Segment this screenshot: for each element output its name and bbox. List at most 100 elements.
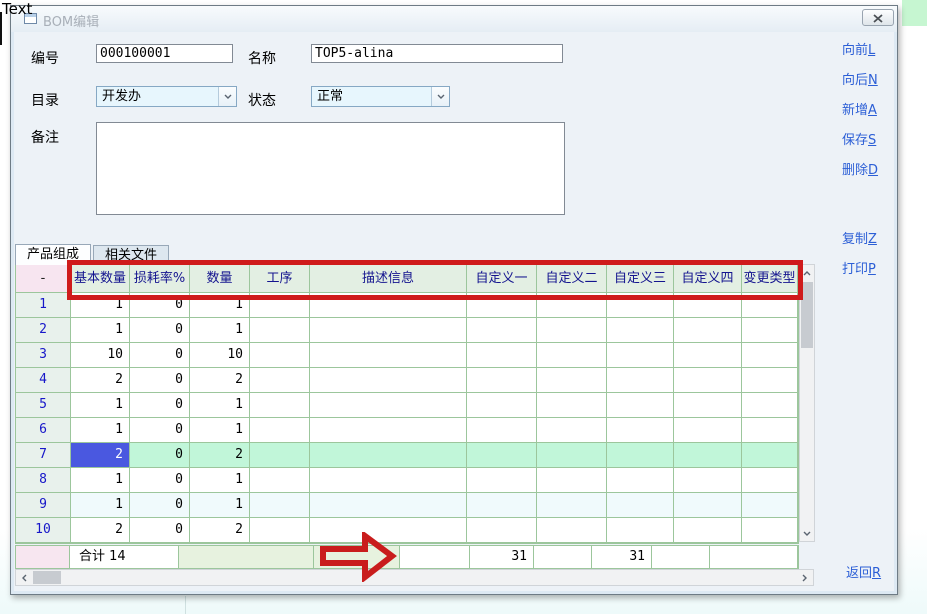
grid-cell[interactable] (742, 368, 798, 393)
grid-cell[interactable] (607, 418, 674, 443)
grid-cell[interactable]: 1 (190, 468, 250, 493)
grid-cell[interactable]: 2 (190, 443, 250, 468)
grid-cell[interactable] (537, 518, 607, 543)
grid-cell[interactable]: 2 (71, 518, 130, 543)
grid-cell[interactable] (250, 518, 310, 543)
grid-cell[interactable] (250, 368, 310, 393)
grid-cell[interactable] (310, 418, 467, 443)
grid-cell[interactable] (310, 468, 467, 493)
horizontal-scroll-thumb[interactable] (33, 571, 61, 584)
grid-cell[interactable]: 0 (130, 393, 190, 418)
grid-cell[interactable]: 2 (190, 368, 250, 393)
grid-cell[interactable] (607, 318, 674, 343)
grid-cell[interactable] (607, 493, 674, 518)
column-header-1[interactable]: 基本数量 (71, 265, 130, 293)
name-input[interactable] (311, 44, 563, 63)
grid-cell[interactable] (674, 468, 742, 493)
row-number-cell[interactable]: 1 (16, 293, 71, 318)
row-number-cell[interactable]: 6 (16, 418, 71, 443)
grid-cell[interactable]: 0 (130, 443, 190, 468)
grid-cell[interactable]: 10 (190, 343, 250, 368)
grid-cell[interactable] (250, 393, 310, 418)
vertical-scrollbar[interactable] (799, 264, 815, 542)
grid-cell[interactable]: 0 (130, 343, 190, 368)
grid-cell[interactable] (250, 343, 310, 368)
grid-cell[interactable] (467, 393, 537, 418)
note-textarea[interactable] (96, 122, 565, 215)
column-header-7[interactable]: 自定义二 (537, 265, 607, 293)
grid-cell[interactable]: 1 (71, 468, 130, 493)
grid-cell[interactable] (250, 318, 310, 343)
grid-cell[interactable] (250, 443, 310, 468)
grid-cell[interactable] (250, 293, 310, 318)
grid-cell[interactable] (674, 343, 742, 368)
grid-cell[interactable]: 1 (190, 293, 250, 318)
grid-cell[interactable] (310, 343, 467, 368)
grid-cell[interactable]: 0 (130, 468, 190, 493)
grid-cell[interactable] (674, 293, 742, 318)
grid-cell[interactable]: 1 (190, 393, 250, 418)
back-button[interactable]: 返回R (846, 562, 881, 581)
nav-button-L[interactable]: 向前L (842, 39, 900, 58)
grid-cell[interactable] (742, 518, 798, 543)
scroll-up-icon[interactable] (800, 265, 814, 281)
grid-cell[interactable] (467, 318, 537, 343)
chevron-down-icon[interactable] (218, 87, 236, 106)
vertical-scroll-thumb[interactable] (801, 282, 813, 348)
grid-cell[interactable] (537, 468, 607, 493)
grid-cell[interactable] (537, 293, 607, 318)
column-header-4[interactable]: 工序 (250, 265, 310, 293)
grid-cell[interactable] (310, 443, 467, 468)
grid-cell[interactable] (467, 518, 537, 543)
row-number-cell[interactable]: 4 (16, 368, 71, 393)
grid-cell[interactable] (467, 443, 537, 468)
grid-cell[interactable] (742, 468, 798, 493)
row-number-cell[interactable]: 7 (16, 443, 71, 468)
grid-cell[interactable] (310, 493, 467, 518)
grid-cell[interactable] (742, 293, 798, 318)
grid-cell[interactable] (537, 393, 607, 418)
scroll-left-icon[interactable] (16, 570, 33, 585)
row-number-cell[interactable]: 10 (16, 518, 71, 543)
grid-cell[interactable] (310, 318, 467, 343)
grid-cell[interactable] (467, 418, 537, 443)
scroll-down-icon[interactable] (800, 525, 814, 541)
grid-cell[interactable] (674, 418, 742, 443)
nav-button-P[interactable]: 打印P (842, 258, 900, 277)
grid-cell[interactable] (467, 468, 537, 493)
grid-cell[interactable] (310, 518, 467, 543)
grid-cell[interactable] (674, 443, 742, 468)
row-number-cell[interactable]: 8 (16, 468, 71, 493)
grid-cell[interactable]: 0 (130, 368, 190, 393)
column-header-9[interactable]: 自定义四 (674, 265, 742, 293)
grid-cell[interactable] (742, 493, 798, 518)
status-select[interactable]: 正常 (311, 86, 450, 107)
grid-cell[interactable]: 1 (71, 493, 130, 518)
grid-cell[interactable] (537, 493, 607, 518)
column-header-2[interactable]: 损耗率% (130, 265, 190, 293)
column-header-5[interactable]: 描述信息 (310, 265, 467, 293)
grid-cell[interactable] (674, 318, 742, 343)
tab-product-composition[interactable]: 产品组成 (15, 244, 91, 265)
grid-cell[interactable] (674, 493, 742, 518)
grid-cell[interactable] (250, 468, 310, 493)
grid-cell[interactable] (607, 393, 674, 418)
title-bar[interactable]: BOM编辑 (11, 6, 897, 32)
row-number-cell[interactable]: 2 (16, 318, 71, 343)
grid-cell[interactable] (742, 443, 798, 468)
directory-select[interactable]: 开发办 (96, 86, 237, 107)
grid-cell[interactable] (742, 318, 798, 343)
grid-cell[interactable] (537, 318, 607, 343)
chevron-down-icon[interactable] (431, 87, 449, 106)
scroll-right-icon[interactable] (796, 570, 813, 585)
grid-cell[interactable]: 2 (190, 518, 250, 543)
horizontal-scrollbar[interactable] (15, 569, 814, 586)
grid-cell[interactable] (467, 343, 537, 368)
grid-cell[interactable] (310, 393, 467, 418)
grid-cell[interactable] (607, 518, 674, 543)
grid-cell[interactable] (467, 493, 537, 518)
grid-cell[interactable] (742, 418, 798, 443)
grid-cell[interactable] (537, 368, 607, 393)
row-number-cell[interactable]: 5 (16, 393, 71, 418)
column-header-3[interactable]: 数量 (190, 265, 250, 293)
